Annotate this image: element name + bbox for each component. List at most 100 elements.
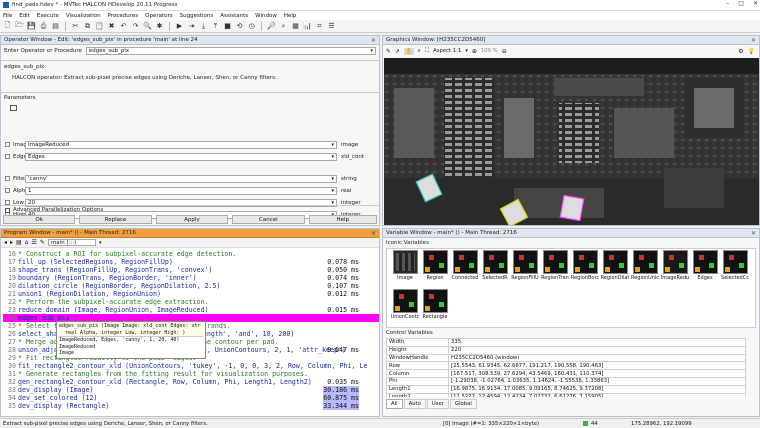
code-line[interactable]: 32 gen_rectangle2_contour_xld (Rectangle,…: [3, 378, 379, 386]
new-file-icon[interactable]: 🗋: [3, 21, 12, 31]
thumbnail[interactable]: [632, 250, 658, 274]
close-icon[interactable]: ✕: [751, 230, 756, 237]
light-bulb-icon[interactable]: 💡: [748, 48, 755, 55]
maximize-icon[interactable]: □: [738, 0, 744, 7]
code-line[interactable]: 34 dev_set_colored (12) 60.875 ms: [3, 394, 379, 402]
code-line[interactable]: 20 dilation_circle (RegionBorder, RegionD…: [3, 282, 379, 290]
close-icon[interactable]: ✕: [751, 37, 756, 44]
code-line[interactable]: 21 union1 (RegionDilation, RegionUnion) 0.…: [3, 290, 379, 298]
suggestion-item[interactable]: ImageReduced, Edges, 'canny', 1, 20, 40): [59, 336, 203, 344]
param-input[interactable]: 'canny' ▾: [25, 174, 337, 183]
step-over-icon[interactable]: ⇥: [187, 22, 196, 31]
thumbnail[interactable]: [422, 289, 448, 313]
step-out-icon[interactable]: ⤒: [211, 22, 220, 31]
control-var-row[interactable]: Width 335: [386, 338, 746, 347]
suggestion-item[interactable]: Image: [59, 350, 203, 357]
code-line[interactable]: 16 * Construct a ROI for subpixel-accurat…: [3, 250, 379, 258]
autocomplete-popup[interactable]: edges_sub_pix (Image Image: xld_cont Edg…: [56, 321, 206, 359]
redo-icon[interactable]: ↷: [131, 22, 140, 31]
pan-icon[interactable]: ✋: [404, 47, 414, 55]
procedure-select[interactable]: main (:::): [47, 239, 96, 246]
menu-help[interactable]: Help: [284, 13, 297, 19]
tab-all[interactable]: All: [386, 399, 403, 409]
thumbnail[interactable]: [542, 250, 568, 274]
iconic-var-4[interactable]: RegionFillU: [511, 250, 539, 287]
thumbnail[interactable]: [572, 250, 598, 274]
iconic-var-12[interactable]: UnionContc: [391, 289, 419, 326]
properties-icon[interactable]: ▤: [51, 22, 60, 31]
bug-icon[interactable]: ✱: [155, 22, 164, 31]
iconic-var-11[interactable]: SelectedCc: [721, 250, 749, 287]
code-line[interactable]: 22 * Perform the subpixel-accurate edge e…: [3, 298, 379, 306]
tab-auto[interactable]: Auto: [403, 399, 426, 409]
list-icon[interactable]: ☰: [32, 239, 37, 246]
iconic-var-7[interactable]: RegionDilat: [601, 250, 629, 287]
param-input[interactable]: Edges ▾: [25, 152, 337, 161]
code-line[interactable]: 23 reduce_domain (Image, RegionUnion, Ima…: [3, 306, 379, 314]
iconic-var-2[interactable]: Connected: [451, 250, 479, 287]
menu-window[interactable]: Window: [255, 13, 277, 19]
menu-operators[interactable]: Operators: [145, 13, 172, 19]
tab-user[interactable]: User: [426, 399, 449, 409]
code-line[interactable]: 18 shape_trans (RegionFillUp, RegionTrans…: [3, 266, 379, 274]
run-icon[interactable]: ▶: [175, 22, 184, 31]
control-var-row[interactable]: Phi [-1.29038, -1.02764, 1.03635, 1.14624…: [386, 376, 746, 386]
menu-assistants[interactable]: Assistants: [220, 13, 248, 19]
cut-icon[interactable]: ✂: [71, 22, 80, 31]
control-var-row[interactable]: Height 220: [386, 345, 746, 355]
cancel-button[interactable]: Cancel: [232, 215, 305, 224]
grid-icon[interactable]: ▦: [291, 22, 300, 31]
profiler-icon[interactable]: ◷: [247, 22, 256, 31]
control-var-row[interactable]: WindowHandle H235CC2D5460 (window): [386, 353, 746, 363]
step-into-icon[interactable]: ⤓: [199, 22, 208, 31]
chevron-down-icon[interactable]: ▾: [331, 176, 334, 182]
open-folder-icon[interactable]: 🗁: [15, 21, 24, 31]
zoom-out-icon[interactable]: ⊖: [502, 48, 507, 55]
pointer-icon[interactable]: ➚: [395, 48, 400, 55]
zoom-level[interactable]: 100 %: [481, 48, 498, 54]
brush-icon[interactable]: ✎: [386, 48, 391, 55]
expand-icon[interactable]: [5, 207, 10, 213]
apply-button[interactable]: Apply: [155, 215, 229, 224]
iconic-var-0[interactable]: Image: [391, 250, 419, 287]
delete-icon[interactable]: ✖: [107, 22, 116, 31]
iconic-var-5[interactable]: RegionTran: [541, 250, 569, 287]
iconic-var-6[interactable]: RegionBorc: [571, 250, 599, 287]
ok-button[interactable]: Ok: [3, 215, 76, 224]
copy-icon[interactable]: ⧉: [83, 22, 92, 31]
replace-button[interactable]: Replace: [79, 215, 152, 224]
home-icon[interactable]: ⌂: [25, 239, 29, 246]
chevron-down-icon[interactable]: ▾: [370, 48, 373, 54]
magnifier-icon[interactable]: ⌕: [418, 47, 421, 55]
save-icon[interactable]: 💾: [27, 22, 36, 31]
reset-icon[interactable]: ⟲: [235, 22, 244, 31]
chart-icon[interactable]: 📊: [303, 22, 312, 31]
param-input[interactable]: ImageReduced ▾: [25, 140, 337, 149]
iconic-var-8[interactable]: RegionUnic: [631, 250, 659, 287]
aspect-select[interactable]: Aspect 1:1: [433, 48, 461, 54]
thumbnail[interactable]: [662, 250, 688, 274]
zoom-icon[interactable]: 🔎: [267, 22, 276, 31]
code-line[interactable]: 19 boundary (RegionTrans, RegionBorder, '…: [3, 274, 379, 282]
edit-icon[interactable]: ✎: [40, 239, 45, 246]
code-line[interactable]: 17 fill_up (SelectedRegions, RegionFillUp…: [3, 258, 379, 266]
code-line[interactable]: 33 dev_display (Image) 30.186 ms: [3, 386, 379, 394]
operator-input[interactable]: edges_sub_pix ▾: [85, 47, 376, 55]
thumbnail[interactable]: [722, 250, 748, 274]
param-input[interactable]: 1 ▾: [25, 186, 337, 195]
thumbnail[interactable]: [452, 250, 478, 274]
chevron-down-icon[interactable]: ▾: [465, 48, 468, 54]
thumbnail[interactable]: [482, 250, 508, 274]
menu-suggestions[interactable]: Suggestions: [180, 13, 214, 19]
fit-icon[interactable]: ⛶: [425, 47, 429, 55]
close-icon[interactable]: ✕: [753, 0, 758, 7]
proc-icon[interactable]: ▤: [16, 239, 22, 246]
chevron-down-icon[interactable]: ▾: [331, 142, 334, 148]
menu-file[interactable]: File: [3, 13, 12, 19]
control-var-row[interactable]: Row [25.5543, 61.9345, 62.6877, 191.217, …: [386, 361, 746, 371]
iconic-var-1[interactable]: Region: [421, 250, 449, 287]
menu-execute[interactable]: Execute: [37, 13, 59, 19]
search-icon[interactable]: 🔍: [143, 22, 152, 31]
image-canvas[interactable]: [384, 58, 759, 225]
close-icon[interactable]: ✕: [371, 37, 376, 44]
